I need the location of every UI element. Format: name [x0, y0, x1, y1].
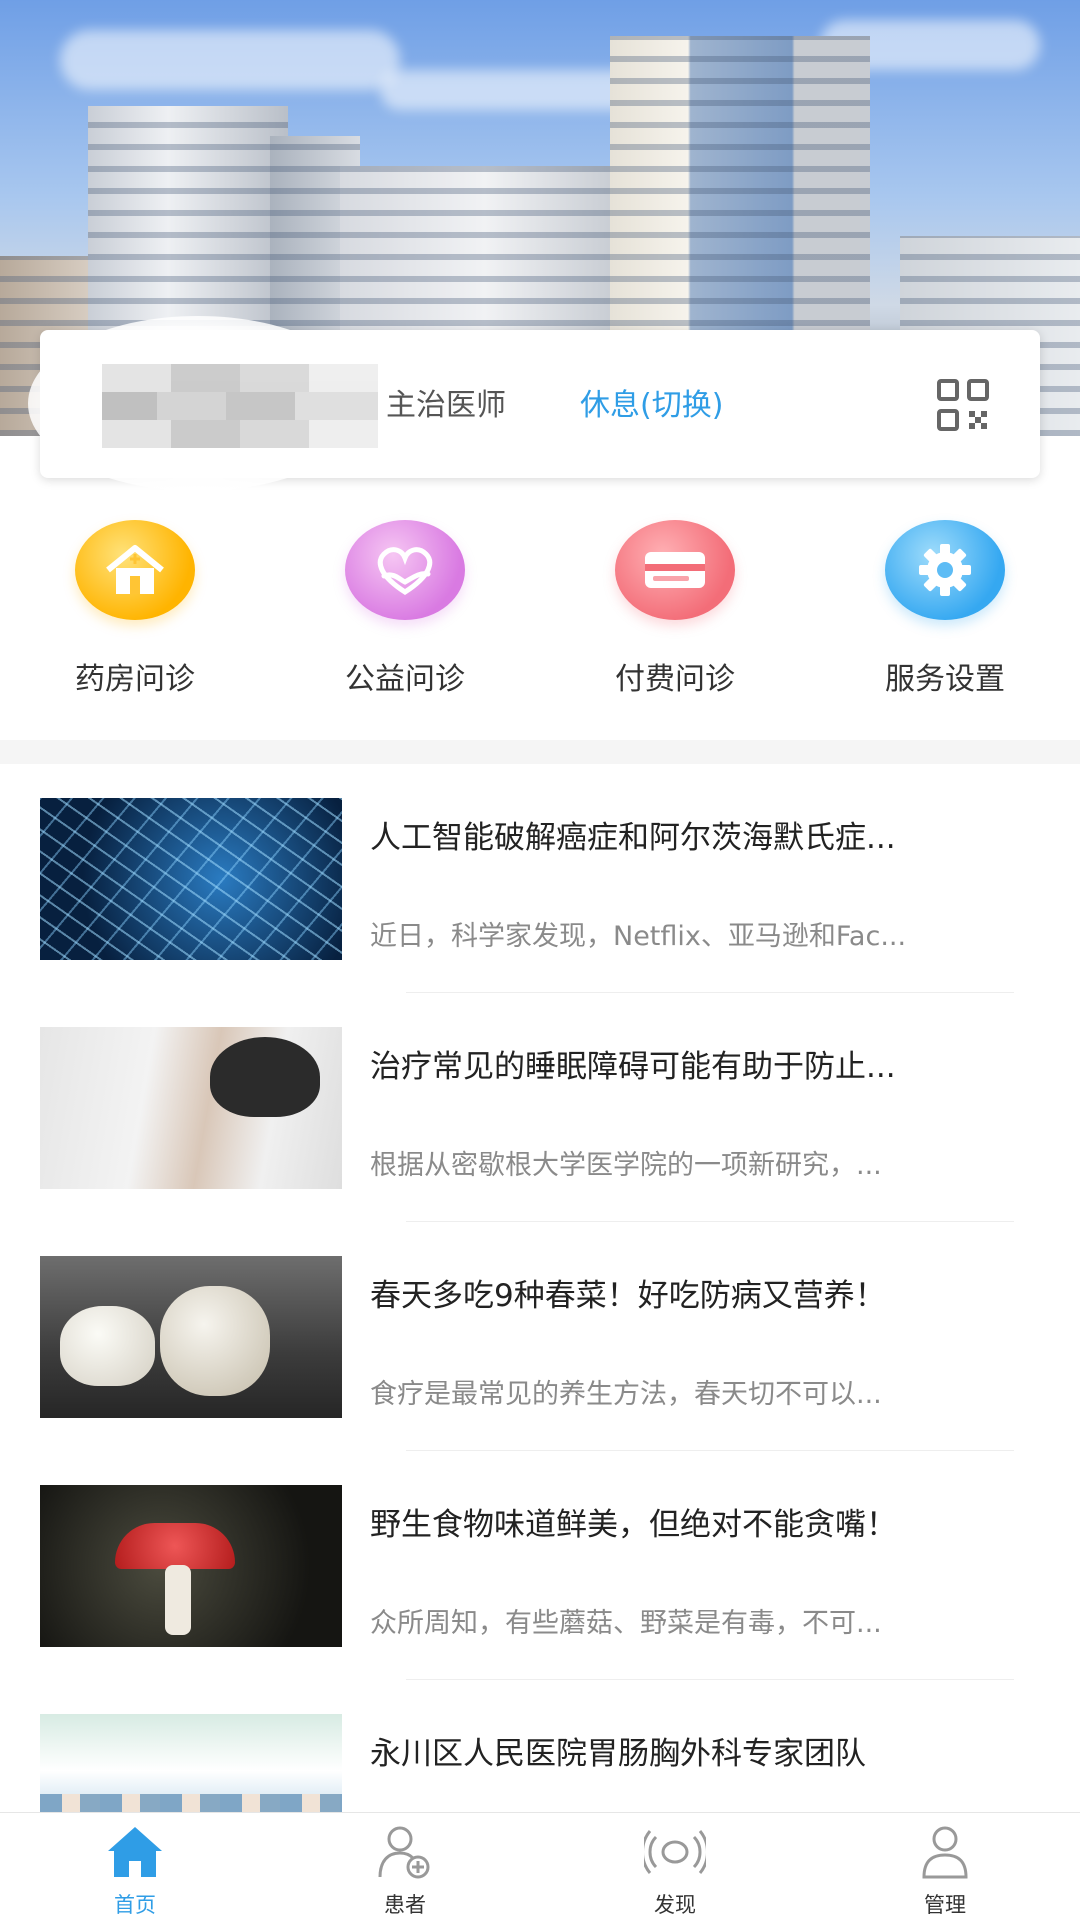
- quick-functions: 药房问诊 公益问诊 付费问诊 服务设置: [0, 520, 1080, 720]
- article-thumbnail: [40, 1485, 342, 1647]
- discover-broadcast-icon: [644, 1830, 706, 1874]
- function-label: 药房问诊: [75, 662, 195, 697]
- user-manage-icon: [922, 1826, 968, 1879]
- article-thumbnail: [40, 1256, 342, 1418]
- tab-label: 患者: [384, 1893, 426, 1917]
- payment-card-icon: [615, 520, 735, 620]
- tab-discover[interactable]: 发现: [540, 1813, 810, 1920]
- function-label: 服务设置: [885, 662, 1005, 697]
- settings-gear-icon: [885, 520, 1005, 620]
- article-summary: 食疗是最常见的养生方法，春天切不可以...: [370, 1379, 882, 1410]
- tab-home[interactable]: 首页: [0, 1813, 270, 1920]
- function-paid-consult[interactable]: 付费问诊: [560, 520, 790, 720]
- article-summary: 根据从密歇根大学医学院的一项新研究，...: [370, 1150, 882, 1181]
- article-summary: 众所周知，有些蘑菇、野菜是有毒，不可...: [370, 1608, 882, 1639]
- status-toggle-button[interactable]: 休息(切换): [580, 380, 723, 424]
- list-item[interactable]: 野生食物味道鲜美，但绝对不能贪嘴！ 众所周知，有些蘑菇、野菜是有毒，不可...: [0, 1451, 1080, 1680]
- article-thumbnail: [40, 1027, 342, 1189]
- list-item[interactable]: 春天多吃9种春菜！好吃防病又营养！ 食疗是最常见的养生方法，春天切不可以...: [0, 1222, 1080, 1451]
- article-title: 人工智能破解癌症和阿尔茨海默氏症...: [370, 820, 896, 856]
- patient-add-icon: [378, 1826, 430, 1879]
- article-list: 人工智能破解癌症和阿尔茨海默氏症... 近日，科学家发现，Netflix、亚马逊…: [0, 764, 1080, 1909]
- tab-label: 首页: [114, 1893, 156, 1917]
- charity-heart-icon: [345, 520, 465, 620]
- article-title: 治疗常见的睡眠障碍可能有助于防止...: [370, 1049, 896, 1085]
- home-icon: [108, 1827, 162, 1877]
- function-pharmacy-consult[interactable]: 药房问诊: [20, 520, 250, 720]
- tab-label: 发现: [654, 1893, 696, 1917]
- list-item[interactable]: 人工智能破解癌症和阿尔茨海默氏症... 近日，科学家发现，Netflix、亚马逊…: [0, 764, 1080, 993]
- article-title: 永川区人民医院胃肠胸外科专家团队: [370, 1736, 866, 1772]
- bottom-tab-bar: 首页 患者 发现 管理: [0, 1812, 1080, 1920]
- section-divider: [0, 740, 1080, 764]
- qr-code-icon[interactable]: [936, 378, 990, 432]
- tab-manage[interactable]: 管理: [810, 1813, 1080, 1920]
- pharmacy-home-icon: [75, 520, 195, 620]
- function-service-settings[interactable]: 服务设置: [830, 520, 1060, 720]
- doctor-info-card: 主治医师 休息(切换): [28, 316, 1040, 491]
- doctor-name-redacted: [102, 364, 378, 448]
- function-label: 付费问诊: [615, 662, 735, 697]
- article-thumbnail: [40, 798, 342, 960]
- doctor-home-screen: 主治医师 休息(切换) 药房问诊 公益问诊 付费问诊 服务设置 人工智能破解癌症…: [0, 0, 1080, 1920]
- article-summary: 近日，科学家发现，Netflix、亚马逊和Fac...: [370, 921, 907, 952]
- article-title: 野生食物味道鲜美，但绝对不能贪嘴！: [370, 1507, 897, 1543]
- tab-patients[interactable]: 患者: [270, 1813, 540, 1920]
- tab-label: 管理: [924, 1893, 966, 1917]
- function-label: 公益问诊: [345, 662, 465, 697]
- doctor-title: 主治医师: [386, 388, 506, 423]
- list-item[interactable]: 治疗常见的睡眠障碍可能有助于防止... 根据从密歇根大学医学院的一项新研究，..…: [0, 993, 1080, 1222]
- article-title: 春天多吃9种春菜！好吃防病又营养！: [370, 1278, 886, 1314]
- function-charity-consult[interactable]: 公益问诊: [290, 520, 520, 720]
